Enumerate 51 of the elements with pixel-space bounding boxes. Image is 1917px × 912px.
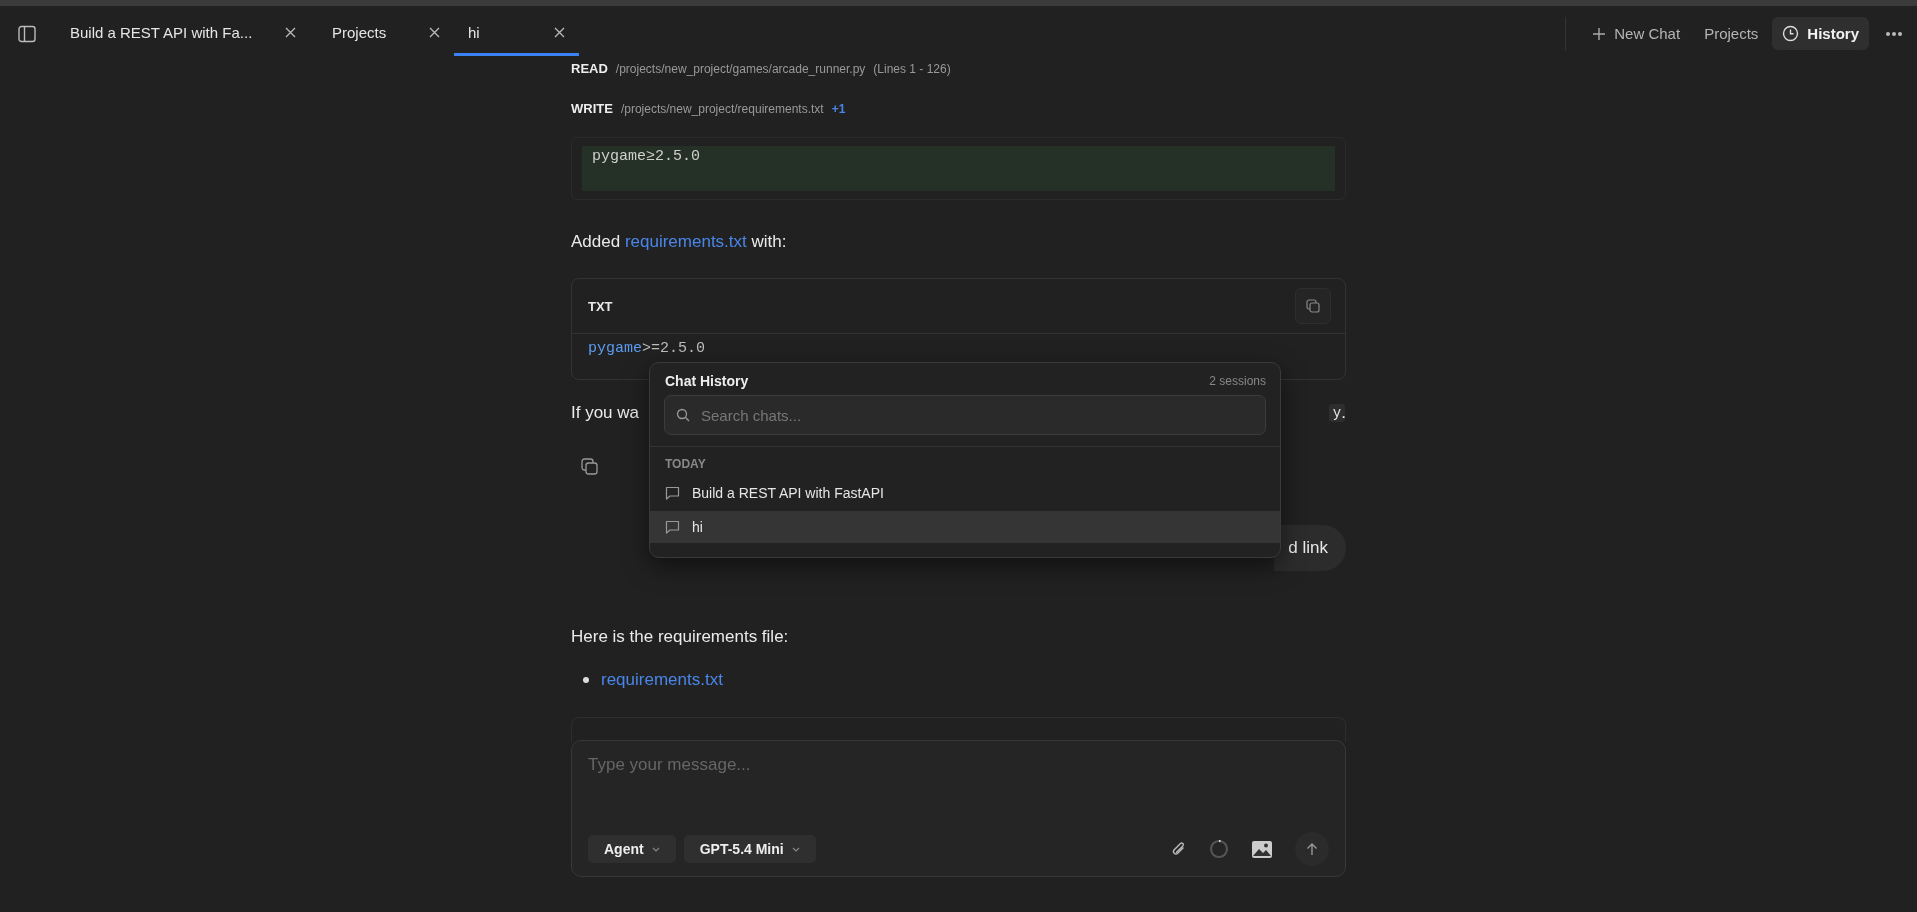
line-range: (Lines 1 - 126) <box>873 62 951 76</box>
file-path: /projects/new_project/games/arcade_runner.py <box>615 62 866 76</box>
close-icon[interactable] <box>429 26 440 38</box>
copy-button[interactable] <box>1295 288 1331 324</box>
new-chat-button[interactable]: New Chat <box>1582 17 1691 50</box>
user-message: d link <box>1274 525 1346 571</box>
message-text: Added requirements.txt with: <box>571 231 788 253</box>
model-dropdown[interactable]: GPT-5.4 Mini <box>683 835 816 863</box>
copy-icon[interactable] <box>581 458 598 475</box>
clock-icon <box>1782 25 1800 42</box>
close-icon[interactable] <box>285 26 296 38</box>
file-link[interactable]: requirements.txt <box>624 232 747 251</box>
chevron-down-icon <box>791 846 800 852</box>
message-composer[interactable]: Type your message... Agent GPT-5.4 Mini <box>571 740 1346 877</box>
close-icon[interactable] <box>554 26 565 38</box>
tab[interactable]: hi <box>454 11 579 56</box>
search-field[interactable]: Search chats... <box>664 395 1266 435</box>
header-button[interactable]: Projects <box>1694 17 1769 50</box>
search-icon <box>676 408 690 422</box>
tool-action: WRITE <box>571 101 613 116</box>
history-button[interactable]: History <box>1772 17 1869 50</box>
message-text: If you wa <box>571 403 640 423</box>
plus-icon <box>1592 26 1607 41</box>
session-count: 2 sessions <box>1209 374 1266 388</box>
group-label: TODAY <box>664 457 707 473</box>
chat-history-item[interactable]: Build a REST API with FastAPI <box>650 477 1280 509</box>
chat-history-item[interactable]: hi <box>650 511 1280 543</box>
change-count: +1 <box>831 102 846 116</box>
paperclip-icon[interactable] <box>1171 840 1187 858</box>
chat-bubble-icon <box>665 486 680 500</box>
code-language: TXT <box>588 298 613 314</box>
added-code-line: pygame≥2.5.0 <box>592 148 702 165</box>
send-button[interactable] <box>1295 832 1329 866</box>
message-text: . <box>1341 403 1346 423</box>
copy-icon <box>1306 299 1320 313</box>
tab[interactable]: Build a REST API with Fa... <box>68 11 304 56</box>
image-icon[interactable] <box>1251 839 1273 859</box>
file-path: /projects/new_project/requirements.txt <box>620 102 824 116</box>
tool-action: READ <box>571 61 608 76</box>
file-link[interactable]: requirements.txt <box>601 670 723 690</box>
code-line: pygame>=2.5.0 <box>587 339 707 359</box>
tab[interactable]: Projects <box>318 11 440 56</box>
sidebar-toggle-icon[interactable] <box>18 24 36 43</box>
popup-title: Chat History <box>665 373 749 389</box>
arrow-up-icon <box>1306 842 1318 856</box>
mode-dropdown[interactable]: Agent <box>588 835 676 863</box>
message-text: Here is the requirements file: <box>571 626 790 648</box>
more-icon[interactable] <box>1885 30 1903 37</box>
chat-bubble-icon <box>665 520 680 534</box>
loading-spinner-icon <box>1209 839 1229 859</box>
chevron-down-icon <box>651 846 660 852</box>
